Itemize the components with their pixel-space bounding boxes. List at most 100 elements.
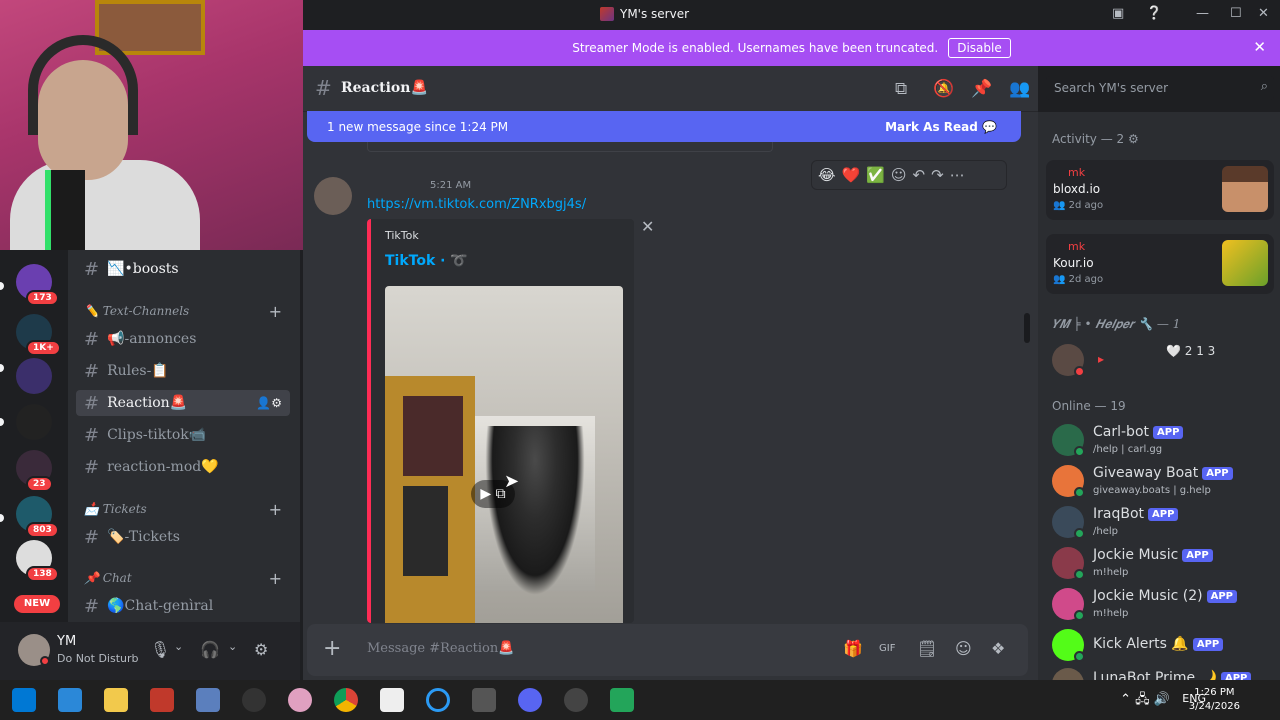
game-art-bloxd <box>1222 166 1268 212</box>
server-icon-6[interactable]: 803 <box>16 496 59 538</box>
message-link[interactable]: https://vm.tiktok.com/ZNRxbgj4s/ <box>367 197 586 212</box>
disable-streamer-button[interactable]: Disable <box>948 38 1011 58</box>
member-name: Kick Alerts 🔔 APP <box>1093 636 1224 652</box>
member-lunabot-prime[interactable]: LunaBot Prime 🌙 APP <box>1052 666 1276 680</box>
member-jockie-music[interactable]: Jockie Music APP m!help <box>1052 545 1276 585</box>
reaction-laugh[interactable]: 😂 <box>818 166 836 184</box>
message-timestamp: 5:21 AM <box>430 180 472 191</box>
channel-reaction[interactable]: # Reaction🚨 👤⚙ <box>76 390 290 416</box>
search-input[interactable]: Search YM's server ⌕ <box>1046 76 1274 100</box>
gear-icon[interactable]: ⚙ <box>1128 132 1139 146</box>
member-status: /help | carl.gg <box>1093 444 1163 455</box>
server-icon-3[interactable] <box>16 358 52 394</box>
member-name-text: Giveaway Boat <box>1093 465 1199 481</box>
mic-icon[interactable]: 🎙 <box>150 640 170 659</box>
add-reaction-icon[interactable]: ☺ <box>891 166 907 184</box>
reply-icon[interactable]: ↶ <box>913 166 926 184</box>
invite-settings-icon[interactable]: 👤⚙ <box>256 396 282 410</box>
start-button-icon[interactable] <box>12 688 36 712</box>
help-icon[interactable]: ❔ <box>1146 6 1162 21</box>
voicemod-icon[interactable] <box>150 688 174 712</box>
member-list-icon[interactable]: 👥 <box>1009 79 1030 99</box>
server-icon-5[interactable]: 23 <box>16 450 53 492</box>
category-text-channels[interactable]: ✏️ Text-Channels <box>84 304 189 318</box>
chat-scrollbar[interactable] <box>1024 313 1030 343</box>
channel-rules[interactable]: # Rules-📋 <box>76 358 290 384</box>
add-channel-icon[interactable]: + <box>269 500 282 519</box>
activity-time-text: 2d ago <box>1068 200 1104 211</box>
taskbar-clock[interactable]: 1:26 PM 3/24/2026 <box>1189 686 1240 714</box>
add-channel-icon[interactable]: + <box>269 302 282 321</box>
remove-embed-icon[interactable]: ✕ <box>641 217 654 236</box>
notepad-icon[interactable] <box>380 688 404 712</box>
channel-boosts[interactable]: # 📉•boosts <box>76 256 290 282</box>
reaction-check[interactable]: ✅ <box>866 166 885 184</box>
steam-icon[interactable] <box>242 688 266 712</box>
channel-tickets[interactable]: # 🏷️-Tickets <box>76 524 290 550</box>
chevron-down-icon[interactable]: ⌄ <box>228 640 237 653</box>
close-window-button[interactable]: ✕ <box>1258 6 1269 21</box>
channel-reaction-mod[interactable]: # reaction-mod💛 <box>76 454 290 480</box>
gif-icon[interactable]: GIF <box>879 643 895 654</box>
server-icon-1[interactable]: 173 <box>16 264 59 306</box>
dnd-status-icon <box>1074 366 1085 377</box>
reaction-heart[interactable]: ❤️ <box>842 166 861 184</box>
message-composer[interactable]: + Message #Reaction🚨 🎁 GIF 🗒 ☺ ❖ <box>307 624 1028 676</box>
pin-icon[interactable]: 📌 <box>971 79 992 99</box>
paint-icon[interactable] <box>288 688 312 712</box>
maximize-button[interactable]: ☐ <box>1230 6 1242 21</box>
threads-icon[interactable]: ⧉ <box>895 79 907 99</box>
obs-icon[interactable] <box>426 688 450 712</box>
channel-annonces[interactable]: # 📢-annonces <box>76 326 290 352</box>
app-icon[interactable] <box>472 688 496 712</box>
upload-plus-icon[interactable]: + <box>323 636 341 661</box>
minimize-button[interactable]: — <box>1196 6 1209 21</box>
apps-icon[interactable]: ❖ <box>991 639 1005 658</box>
video-thumbnail[interactable]: ▶ ⧉ <box>385 286 623 623</box>
member-iraqbot[interactable]: IraqBot APP /help <box>1052 504 1276 544</box>
category-chat[interactable]: 📌 Chat <box>84 571 132 585</box>
chrome-icon[interactable] <box>334 688 358 712</box>
notification-bell-muted-icon[interactable]: 🔕 <box>933 79 954 99</box>
user-panel: YM Do Not Disturb 🎙 ⌄ 🎧 ⌄ ⚙ <box>0 622 300 680</box>
helper-member[interactable]: ▸ 🤍 2 1 3 <box>1052 342 1276 382</box>
gift-icon[interactable]: 🎁 <box>843 639 863 658</box>
channel-clips-tiktok[interactable]: # Clips-tiktok📹 <box>76 422 290 448</box>
activity-card[interactable]: mk Kour.io 👥 2d ago <box>1046 234 1274 294</box>
app-tag: APP <box>1220 671 1252 680</box>
member-giveaway-boat[interactable]: Giveaway Boat APP giveaway.boats | g.help <box>1052 463 1276 503</box>
sticker-icon[interactable]: 🗒 <box>917 639 937 658</box>
server-icon-7[interactable]: 138 <box>16 540 59 582</box>
new-messages-bar[interactable]: 1 new message since 1:24 PM Mark As Read… <box>307 111 1021 142</box>
server-icon-2[interactable]: 1K+ <box>16 314 61 356</box>
member-jockie-music-2[interactable]: Jockie Music (2) APP m!help <box>1052 586 1276 626</box>
category-tickets[interactable]: 📩 Tickets <box>84 502 147 516</box>
app-icon[interactable] <box>196 688 220 712</box>
system-tray-icons[interactable]: ⌃ 🖧 🔊 <box>1120 690 1170 712</box>
activity-card[interactable]: mk bloxd.io 👥 2d ago <box>1046 160 1274 220</box>
channel-chat-general[interactable]: # 🌎Chat-genìral <box>76 593 290 619</box>
member-kick-alerts[interactable]: Kick Alerts 🔔 APP <box>1052 627 1276 667</box>
close-banner-icon[interactable]: ✕ <box>1253 38 1266 56</box>
settings-gear-icon[interactable]: ⚙ <box>254 640 268 659</box>
app-icon[interactable] <box>564 688 588 712</box>
server-icon-4[interactable] <box>16 404 52 440</box>
file-explorer-icon[interactable] <box>104 688 128 712</box>
discord-icon[interactable] <box>518 688 542 712</box>
forward-icon[interactable]: ↷ <box>931 166 944 184</box>
headphones-icon[interactable]: 🎧 <box>200 640 220 659</box>
add-channel-icon[interactable]: + <box>269 569 282 588</box>
emoji-icon[interactable]: ☺ <box>955 639 972 658</box>
more-options-icon[interactable]: ⋯ <box>950 166 965 184</box>
chevron-down-icon[interactable]: ⌄ <box>174 640 183 653</box>
message-author-avatar[interactable] <box>314 177 352 215</box>
inbox-icon[interactable]: ▣ <box>1112 6 1124 21</box>
app-tag: APP <box>1153 425 1184 439</box>
member-carl-bot[interactable]: Carl-bot APP /help | carl.gg <box>1052 422 1276 462</box>
embed-author[interactable]: TikTok · ➰ <box>385 253 468 269</box>
mark-as-read-button[interactable]: Mark As Read 💬 <box>885 120 997 134</box>
store-icon[interactable] <box>58 688 82 712</box>
app-icon[interactable] <box>610 688 634 712</box>
new-unreads-badge[interactable]: NEW <box>14 595 60 613</box>
message-hover-toolbar: 😂 ❤️ ✅ ☺ ↶ ↷ ⋯ <box>811 160 1007 190</box>
